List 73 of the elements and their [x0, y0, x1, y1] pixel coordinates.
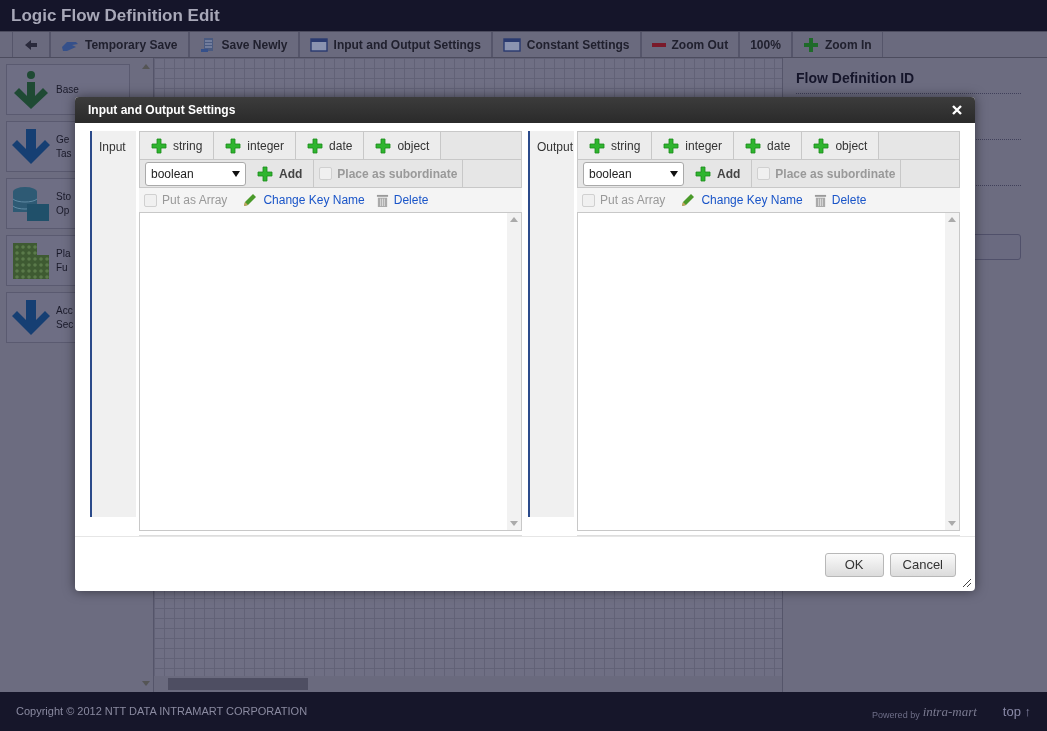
scrollbar-thumb[interactable]	[168, 678, 308, 690]
plus-icon	[151, 137, 167, 154]
change-key-name-link[interactable]: Change Key Name	[263, 191, 365, 209]
plus-icon	[663, 137, 680, 154]
trash-icon	[813, 192, 827, 208]
plus-icon	[813, 137, 830, 154]
scroll-up-icon	[142, 64, 150, 69]
type-select[interactable]: boolean	[583, 161, 684, 186]
window-title: Logic Flow Definition Edit	[11, 4, 220, 27]
scroll-up-icon	[948, 217, 956, 222]
delete-link[interactable]: Delete	[393, 191, 429, 209]
palette-label: Acc	[56, 303, 74, 318]
plus-icon	[589, 137, 605, 154]
palette-label: Pla	[56, 246, 71, 261]
dropdown-caret-icon	[670, 170, 678, 177]
palette-label: Tas	[56, 146, 72, 161]
add-button[interactable]: Add	[246, 160, 315, 187]
scroll-up-icon	[510, 217, 518, 222]
palette-label: Fu	[56, 260, 69, 275]
plus-icon	[745, 137, 762, 154]
down-arrow-icon	[11, 297, 51, 338]
plus-icon	[375, 137, 392, 154]
close-icon[interactable]	[952, 105, 962, 115]
add-type-button[interactable]: string	[578, 132, 653, 159]
scroll-down-icon	[948, 521, 956, 526]
add-button[interactable]: Add	[684, 160, 753, 187]
plus-icon	[695, 165, 711, 182]
down-arrow-icon	[11, 126, 51, 167]
server-icon	[199, 36, 216, 53]
powered-by-text: Powered by	[872, 708, 920, 722]
palette-label: Base	[56, 82, 79, 97]
scroll-down-icon	[510, 521, 518, 526]
plus-icon	[802, 36, 819, 53]
change-key-name-link[interactable]: Change Key Name	[701, 191, 803, 209]
checkbox-label: Put as Array	[600, 192, 666, 209]
add-type-button[interactable]: integer	[652, 132, 735, 159]
add-type-button[interactable]: date	[296, 132, 365, 159]
add-type-button[interactable]: object	[364, 132, 442, 159]
plus-icon	[257, 165, 273, 182]
top-link[interactable]: top ↑	[1002, 701, 1031, 722]
dotted-grid-icon	[11, 240, 51, 281]
resize-grip-icon[interactable]	[961, 577, 971, 587]
property-heading: Flow Definition ID	[796, 68, 1021, 94]
checkbox-label: Place as subordinate	[337, 165, 458, 183]
intra-mart-logo: intra-mart	[922, 702, 977, 721]
minus-icon	[651, 42, 666, 47]
section-label: Input	[99, 140, 126, 154]
palette-label: Sec	[56, 317, 74, 332]
trash-icon	[375, 192, 389, 208]
dialog-button[interactable]: Cancel	[889, 553, 956, 577]
section-label: Output	[537, 140, 574, 154]
back-button[interactable]	[12, 32, 50, 57]
delete-link[interactable]: Delete	[831, 191, 867, 209]
plus-icon	[225, 137, 242, 154]
type-select[interactable]: boolean	[145, 161, 246, 186]
add-type-button[interactable]: integer	[214, 132, 297, 159]
palette-label: Op	[56, 203, 71, 218]
checkbox-label: Place as subordinate	[775, 165, 896, 183]
palette-label: Ge	[56, 132, 71, 147]
pencil-icon	[242, 192, 259, 208]
plus-icon	[307, 137, 324, 154]
window-icon	[309, 37, 328, 52]
checkbox-label: Put as Array	[162, 192, 228, 209]
add-type-button[interactable]: object	[802, 132, 880, 159]
add-type-button[interactable]: date	[734, 132, 803, 159]
dialog-button[interactable]: OK	[824, 553, 884, 577]
dropdown-caret-icon	[232, 170, 240, 177]
scroll-down-icon	[142, 681, 150, 686]
copyright-text: Copyright © 2012 NTT DATA INTRAMART CORPORATION	[16, 704, 308, 720]
palette-label: Sto	[56, 189, 71, 204]
add-type-button[interactable]: string	[140, 132, 215, 159]
window-icon	[502, 37, 521, 52]
pencil-icon	[680, 192, 697, 208]
